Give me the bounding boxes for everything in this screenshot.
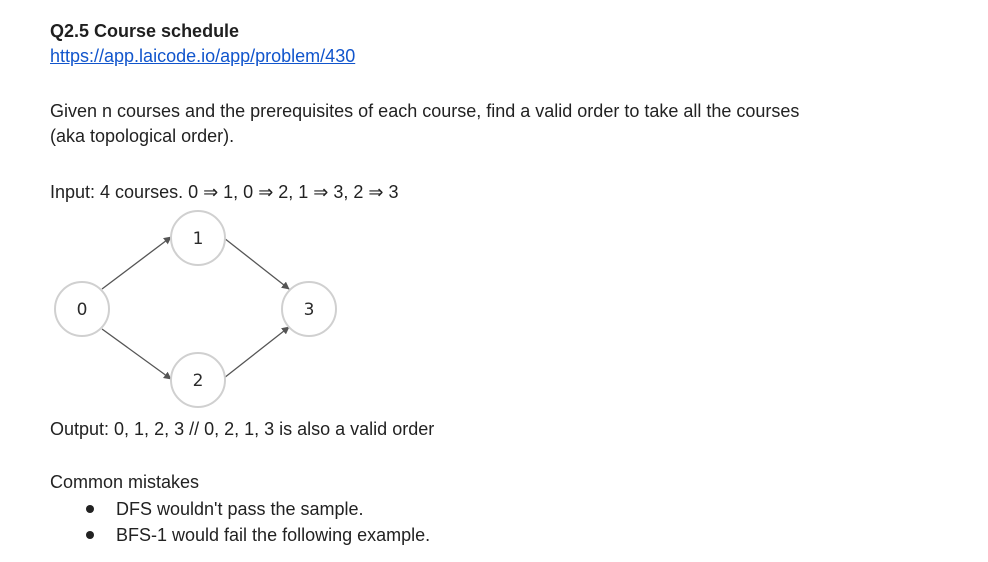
graph-node-0: 0	[54, 281, 110, 337]
output-example: Output: 0, 1, 2, 3 // 0, 2, 1, 3 is also…	[50, 419, 435, 439]
description-line-1: Given n courses and the prerequisites of…	[50, 101, 800, 121]
list-item-text: DFS wouldn't pass the sample.	[116, 499, 364, 519]
description-line-2: (aka topological order).	[50, 126, 235, 146]
bullet-icon	[86, 505, 94, 513]
problem-title: Q2.5 Course schedule	[50, 21, 240, 41]
graph-node-1-label: 1	[193, 229, 204, 249]
graph-node-2-label: 2	[193, 371, 204, 391]
mistakes-heading: Common mistakes	[50, 472, 200, 492]
graph-node-2: 2	[170, 352, 226, 408]
graph-node-0-label: 0	[77, 300, 88, 320]
edge-0-1	[101, 236, 172, 290]
list-item-text: BFS-1 would fail the following example.	[116, 525, 431, 545]
graph-node-3-label: 3	[304, 300, 315, 320]
input-example: Input: 4 courses. 0 ⇒ 1, 0 ⇒ 2, 1 ⇒ 3, 2…	[50, 182, 399, 202]
graph-node-3: 3	[281, 281, 337, 337]
problem-link[interactable]: https://app.laicode.io/app/problem/430	[50, 46, 355, 67]
edge-1-3	[223, 237, 290, 290]
edge-0-2	[101, 328, 172, 380]
bullet-icon	[86, 531, 94, 539]
edge-2-3	[223, 326, 290, 379]
graph-node-1: 1	[170, 210, 226, 266]
